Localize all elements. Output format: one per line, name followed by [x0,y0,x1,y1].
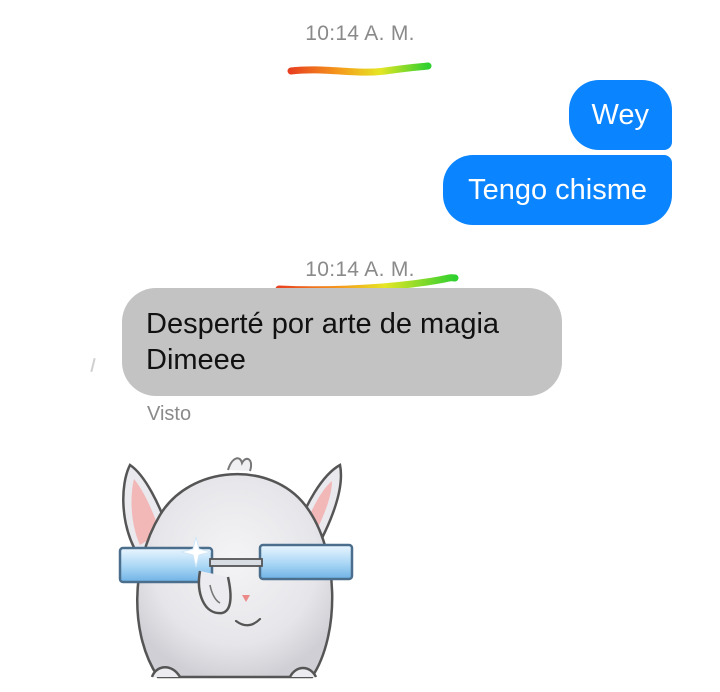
timestamp: 10:14 A. M. [305,258,415,281]
divider [90,357,96,373]
message-line: Dimeee [146,344,246,376]
timestamp: 10:14 A. M. [305,22,415,45]
bunny-illustration [118,457,354,679]
rainbow-underline-icon [287,62,432,76]
message-line: Desperté por arte de magia [146,308,500,340]
incoming-message-bubble[interactable]: Desperté por arte de magia Dimeee [122,288,562,396]
outgoing-message-bubble[interactable]: Wey [568,80,672,150]
seen-status: Visto [147,403,192,425]
bunny-with-glasses-sticker-icon[interactable] [100,445,380,687]
outgoing-message-bubble[interactable]: Tengo chisme [443,155,672,225]
